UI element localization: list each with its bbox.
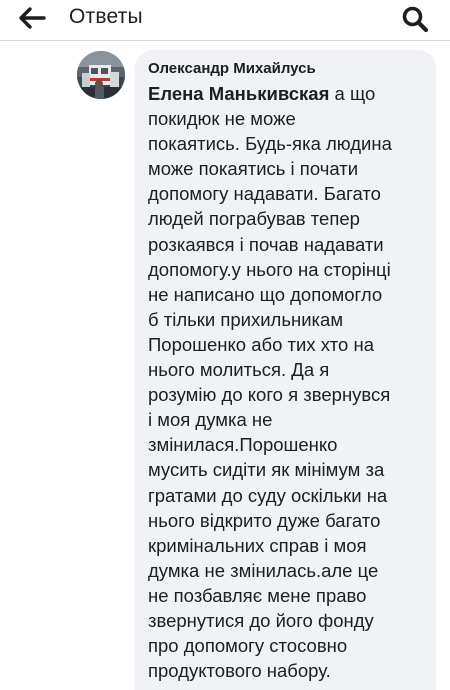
profile-photo-icon — [77, 51, 125, 99]
comment-line: гратами до суду оскільки на — [148, 484, 388, 506]
comment-line: не написано що допомогло — [148, 283, 383, 305]
comment-line: допомогу надавати. Багато — [148, 183, 381, 205]
comment-line: допомогу.у нього на сторінці — [148, 258, 391, 280]
avatar[interactable] — [77, 51, 125, 99]
comment-line: може покаятись і почати — [148, 158, 359, 180]
comment-line: звернутися до його фонду — [148, 609, 374, 631]
comment-line: покаятись. Будь-яка людина — [148, 133, 392, 155]
comment-line: Порошенко або тих хто на — [148, 333, 374, 355]
comment-line: і моя думка не — [148, 409, 273, 431]
comment-line: про допомогу стосовно — [148, 635, 348, 657]
comment-line: нього молиться. Да я — [148, 359, 330, 381]
search-button[interactable] — [400, 4, 430, 34]
comment-line: нього відкрито дуже багато — [148, 509, 381, 531]
app-window: Ответы Олександр Михайлусь Елена Манькив… — [0, 0, 450, 690]
comment-line: не позбавляє мене право — [148, 584, 367, 606]
comment-line: продуктового набору. — [148, 660, 331, 682]
comment-text: Елена Манькивская а що покидюк не може п… — [148, 81, 426, 683]
comment-line: розкаявся і почав надавати — [148, 233, 384, 255]
comment-line-text: а що — [329, 83, 376, 104]
arrow-left-icon — [19, 7, 46, 29]
comment-line: думка не змінилась.але це — [148, 559, 379, 581]
comment-line: змінилася.Порошенко — [148, 434, 338, 456]
back-button[interactable] — [18, 6, 48, 30]
search-icon — [402, 6, 429, 33]
comment-line: мусить сидіти як мінімум за — [148, 459, 385, 481]
comment-line: Елена Манькивская а що — [148, 81, 426, 106]
top-bar: Ответы — [0, 0, 450, 41]
comment-line: кримінальних справ і моя — [148, 534, 367, 556]
mention-link[interactable]: Елена Манькивская — [148, 83, 329, 104]
page-title: Ответы — [69, 5, 143, 28]
comment-line: розумію до кого я звернувся — [148, 384, 391, 406]
comment-line: покидюк не може — [148, 108, 296, 130]
comment-line: людей пограбував тепер — [148, 208, 360, 230]
comment-line: б тільки прихильникам — [148, 308, 344, 330]
comment-author[interactable]: Олександр Михайлусь — [148, 60, 316, 78]
